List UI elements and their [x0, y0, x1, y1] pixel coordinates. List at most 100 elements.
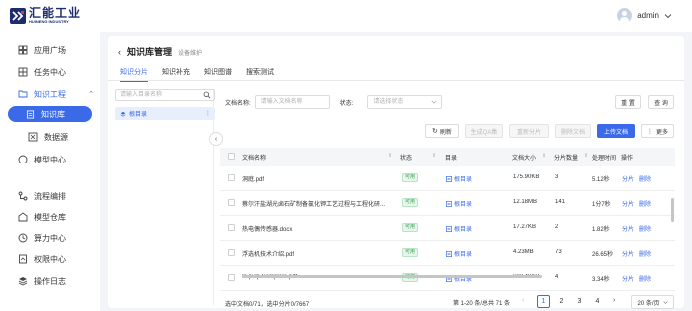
split-action-link[interactable]: 分片: [622, 199, 634, 208]
header-time[interactable]: 处理时间: [592, 153, 616, 162]
horizontal-scrollbar[interactable]: [242, 275, 542, 278]
back-button[interactable]: ‹: [118, 47, 121, 57]
sidebar-item-model-warehouse[interactable]: 模型仓库: [18, 210, 66, 224]
refresh-icon: ↻: [432, 128, 438, 135]
tree-node-root[interactable]: 根目录 ⋮: [115, 107, 215, 120]
tree-search-input[interactable]: 请输入目录名称: [115, 89, 215, 101]
user-menu[interactable]: admin: [617, 8, 672, 23]
sidebar-item-label: 模型中心: [34, 156, 66, 163]
split-action-link[interactable]: 分片: [622, 174, 634, 183]
directory-tree: 请输入目录名称 根目录 ⋮: [112, 89, 215, 305]
dir-link[interactable]: 根目录: [446, 174, 472, 183]
generate-qa-button[interactable]: 生成QA集: [465, 124, 503, 138]
logo-mark-icon: [10, 7, 26, 24]
page-title: 知识库管理: [127, 47, 173, 57]
sidebar-item-label: 应用广场: [34, 45, 66, 55]
page-3[interactable]: 3: [573, 295, 586, 308]
page-4[interactable]: 4: [591, 295, 604, 308]
delete-action-link[interactable]: 删除: [639, 174, 651, 183]
delete-action-link[interactable]: 删除: [639, 249, 651, 258]
table-row[interactable]: 洞庭.pdf 可用 根目录 175.90KB 3 5.12秒 分片 删除: [220, 171, 675, 185]
dir-link[interactable]: 根目录: [446, 224, 472, 233]
more-icon: ⋮: [646, 128, 653, 135]
folder-icon: [18, 90, 28, 98]
sidebar-item-model-center[interactable]: 模型中心 ⌄: [18, 155, 66, 163]
doc-size: 12.18MB: [513, 199, 538, 205]
row-checkbox[interactable]: [228, 274, 235, 281]
sidebar-item-knowledge-base[interactable]: 知识库: [8, 106, 92, 122]
page-subtitle: 设备维护: [178, 51, 203, 57]
sidebar-item-data-source[interactable]: 数据源: [28, 130, 68, 144]
split-action-link[interactable]: 分片: [622, 274, 634, 283]
chevron-down-icon: [664, 13, 672, 18]
upload-doc-button[interactable]: 上传文档: [597, 124, 635, 138]
split-action-link[interactable]: 分片: [622, 249, 634, 258]
page-1[interactable]: 1: [537, 295, 550, 308]
reset-button[interactable]: 重 置: [615, 95, 641, 109]
logo[interactable]: 汇能工业 HUINENG INDUSTRY: [10, 7, 81, 24]
page-2[interactable]: 2: [555, 295, 568, 308]
split-action-link[interactable]: 分片: [622, 224, 634, 233]
row-checkbox[interactable]: [228, 174, 235, 181]
sort-icon[interactable]: ⇕: [542, 153, 546, 159]
sort-icon[interactable]: ⇕: [584, 153, 588, 159]
doc-name-input[interactable]: 请输入文档名称: [254, 95, 330, 109]
row-divider: [220, 290, 675, 291]
table-row[interactable]: 蔡尔汗盐湖光卤石矿制备氯化钾工艺过程与工程化研... 可用 根目录 12.18MB 14…: [220, 196, 675, 210]
doc-name[interactable]: 洞庭.pdf: [242, 174, 392, 183]
refresh-button[interactable]: ↻ 刷新: [425, 124, 459, 138]
collapse-tree-button[interactable]: ‹: [209, 132, 223, 146]
row-divider: [220, 265, 675, 266]
delete-action-link[interactable]: 删除: [639, 199, 651, 208]
vertical-scrollbar[interactable]: [671, 198, 674, 222]
sort-icon[interactable]: ⇕: [432, 153, 436, 159]
dir-link[interactable]: 根目录: [446, 249, 472, 258]
doc-name[interactable]: 浮选机技术介绍.pdf: [242, 249, 392, 258]
sidebar-item-permission-center[interactable]: 权限中心: [18, 252, 66, 266]
tabs-divider: [108, 80, 684, 81]
sidebar-item-app-square[interactable]: 应用广场: [18, 43, 66, 57]
sidebar-item-label: 算力中心: [34, 233, 66, 243]
header-name[interactable]: 文档名称: [242, 153, 266, 162]
resplit-button[interactable]: 重新分片: [509, 124, 549, 138]
dir-link[interactable]: 根目录: [446, 199, 472, 208]
header-dir: 目录: [445, 156, 458, 162]
search-icon[interactable]: [203, 91, 211, 99]
refresh-label: 刷新: [439, 129, 452, 136]
row-checkbox[interactable]: [228, 224, 235, 231]
table-row[interactable]: 浮选机技术介绍.pdf 可用 根目录 4.23MB 73 26.65秒 分片 删除: [220, 246, 675, 260]
sort-icon[interactable]: ⇕: [388, 153, 392, 159]
row-divider: [220, 240, 675, 241]
page-size-select[interactable]: 20 条/页: [631, 295, 674, 309]
split-count: 141: [555, 199, 566, 205]
row-checkbox[interactable]: [228, 199, 235, 206]
sidebar-item-task-center[interactable]: 任务中心: [18, 65, 66, 79]
row-checkbox[interactable]: [228, 249, 235, 256]
prev-page-icon[interactable]: ‹: [522, 297, 524, 304]
sidebar-item-workflow[interactable]: 流程编排: [18, 189, 66, 203]
more-button[interactable]: ⋮ 更多: [641, 124, 674, 138]
dir-label: 根目录: [454, 177, 473, 183]
delete-action-link[interactable]: 删除: [639, 274, 651, 283]
doc-name[interactable]: 热电偶传感器.docx: [242, 224, 392, 233]
logo-name-cn: 汇能工业: [29, 6, 82, 20]
select-all-checkbox[interactable]: [228, 153, 235, 160]
sidebar-item-knowledge-engineering[interactable]: 知识工程 ⌃: [18, 87, 94, 101]
table-row[interactable]: In pulp Samplers.pdf可用根目录682.40KB43.34秒分…: [220, 271, 675, 285]
search-button[interactable]: 查 询: [648, 95, 674, 109]
header-count[interactable]: 分片数量: [554, 153, 578, 162]
sidebar-item-compute-center[interactable]: 算力中心: [18, 231, 66, 245]
header-status[interactable]: 状态: [400, 153, 412, 162]
sidebar-item-operation-log[interactable]: 操作日志: [18, 274, 66, 288]
header-size[interactable]: 文档大小: [512, 153, 536, 162]
page-size-label: 20 条/页: [637, 300, 660, 307]
tree-search-placeholder: 请输入目录名称: [120, 92, 163, 98]
delete-docs-button[interactable]: 删除文档: [555, 124, 591, 138]
delete-action-link[interactable]: 删除: [639, 224, 651, 233]
status-badge: 可用: [402, 248, 419, 257]
next-page-icon[interactable]: ›: [613, 297, 615, 304]
doc-name[interactable]: 蔡尔汗盐湖光卤石矿制备氯化钾工艺过程与工程化研...: [242, 199, 392, 208]
more-icon[interactable]: ⋮: [205, 110, 211, 117]
table-row[interactable]: 热电偶传感器.docx 可用 根目录 17.27KB 2 1.82秒 分片 删除: [220, 221, 675, 235]
status-select[interactable]: 请选择状态: [367, 95, 443, 109]
